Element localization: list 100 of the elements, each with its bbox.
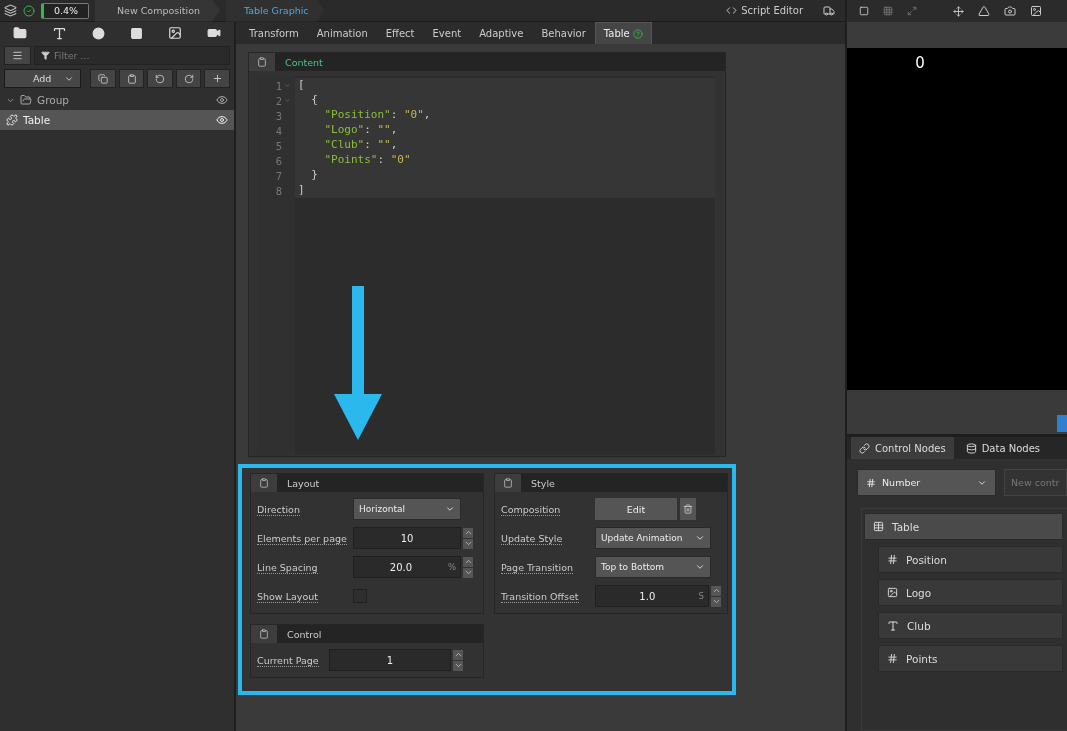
folder-icon: [20, 94, 32, 106]
chevron-down-icon: [463, 539, 473, 548]
video-icon[interactable]: [207, 26, 222, 40]
redo-button[interactable]: [175, 69, 202, 88]
increment-button[interactable]: [453, 649, 463, 660]
square-icon[interactable]: [130, 26, 144, 40]
paste-button[interactable]: [251, 474, 277, 492]
chevron-up-icon: [463, 557, 473, 566]
square-icon[interactable]: [859, 6, 869, 16]
line-number: 6: [275, 154, 282, 167]
dropdown[interactable]: Update Animation: [595, 527, 711, 549]
tab[interactable]: Control Nodes: [851, 437, 954, 459]
circle-icon[interactable]: [91, 26, 105, 40]
breadcrumb[interactable]: Table Graphic: [226, 0, 325, 22]
tab[interactable]: Behavior: [532, 22, 595, 44]
tab[interactable]: Table: [594, 22, 652, 44]
image-icon[interactable]: [1030, 5, 1042, 17]
tab[interactable]: Adaptive: [470, 22, 533, 44]
number-field[interactable]: 1.0 S: [595, 585, 709, 607]
field-label: Show Layout: [257, 590, 318, 603]
duplicate-button[interactable]: [90, 69, 116, 88]
hash-icon: [866, 477, 876, 488]
field-label: Composition: [501, 503, 561, 516]
triangle-icon[interactable]: [978, 5, 990, 17]
node-item[interactable]: Club: [878, 612, 1063, 639]
camera-icon[interactable]: [1004, 5, 1016, 17]
expand-icon[interactable]: [907, 6, 917, 16]
code-line: "Position": "0",: [323, 108, 431, 121]
node-item[interactable]: Points: [878, 645, 1063, 672]
hash-icon: [887, 653, 898, 664]
clipboard-icon: [257, 57, 267, 67]
paste-button[interactable]: [251, 625, 277, 643]
decrement-button[interactable]: [453, 660, 463, 671]
line-number: 1: [275, 79, 282, 92]
link-icon: [859, 442, 870, 454]
dropdown[interactable]: Top to Bottom: [595, 556, 711, 578]
truck-icon[interactable]: [823, 4, 835, 17]
decrement-button[interactable]: [711, 596, 721, 607]
filter-icon: [41, 51, 50, 60]
tab[interactable]: Event: [423, 22, 471, 44]
scroll-thumb[interactable]: [1057, 415, 1067, 432]
line-number: 3: [275, 109, 282, 122]
tab[interactable]: Data Nodes: [957, 437, 1048, 459]
paste-button[interactable]: [118, 69, 145, 88]
panel-title: Control: [287, 628, 322, 640]
folder-icon[interactable]: [12, 26, 27, 40]
image-icon[interactable]: [168, 26, 183, 40]
node-item[interactable]: Table: [864, 513, 1063, 540]
field-label: Page Transition: [501, 561, 573, 574]
plus-button[interactable]: [204, 69, 230, 88]
number-field[interactable]: 1: [329, 649, 451, 671]
field-label: Direction: [257, 503, 300, 516]
chevron-up-icon: [711, 586, 721, 595]
number-field[interactable]: 20.0 %: [353, 556, 461, 578]
trash-button[interactable]: [680, 498, 696, 520]
layer-item[interactable]: Table: [0, 110, 234, 130]
caret-icon: [695, 562, 705, 572]
eye-icon[interactable]: [216, 114, 228, 126]
node-item[interactable]: Logo: [878, 579, 1063, 606]
code-line: "Points": "0": [323, 153, 411, 166]
database-icon: [965, 442, 977, 454]
trash-icon: [683, 504, 693, 514]
layer-item[interactable]: Group: [0, 90, 234, 110]
clipboard-icon: [259, 629, 269, 639]
tab[interactable]: Transform: [240, 22, 308, 44]
grid-icon[interactable]: [883, 6, 893, 16]
tab[interactable]: Animation: [307, 22, 377, 44]
layers-icon[interactable]: [4, 4, 17, 17]
node-type-dropdown[interactable]: Number: [857, 469, 996, 496]
paste-button[interactable]: [249, 53, 275, 71]
tab[interactable]: Effect: [376, 22, 424, 44]
clipboard-icon: [259, 478, 269, 488]
redo-icon: [183, 73, 194, 84]
line-number: 5: [275, 139, 282, 152]
number-field[interactable]: 10: [353, 527, 461, 549]
menu-button[interactable]: [4, 46, 31, 65]
move-icon[interactable]: [953, 5, 964, 17]
node-item[interactable]: Position: [878, 546, 1063, 573]
increment-button[interactable]: [463, 527, 473, 538]
increment-button[interactable]: [463, 556, 473, 567]
preview-text: 0: [915, 54, 925, 72]
field-label: Transition Offset: [501, 590, 579, 603]
breadcrumb[interactable]: New Composition: [95, 0, 220, 22]
undo-button[interactable]: [147, 69, 173, 88]
panel-title: Style: [531, 477, 555, 489]
increment-button[interactable]: [711, 585, 721, 596]
paste-button[interactable]: [495, 474, 521, 492]
dropdown[interactable]: Horizontal: [353, 498, 461, 520]
chevron-down-icon: [453, 661, 463, 670]
text-icon[interactable]: [51, 25, 67, 41]
check-icon: [23, 4, 35, 17]
field-label: Elements per page: [257, 532, 347, 545]
undo-icon: [155, 73, 166, 84]
eye-icon[interactable]: [216, 94, 228, 106]
table-icon: [873, 521, 884, 532]
decrement-button[interactable]: [463, 567, 473, 578]
edit-button[interactable]: Edit: [595, 498, 677, 520]
add-button[interactable]: Add: [4, 69, 82, 88]
decrement-button[interactable]: [463, 538, 473, 549]
script-editor-button[interactable]: Script Editor: [726, 5, 803, 16]
